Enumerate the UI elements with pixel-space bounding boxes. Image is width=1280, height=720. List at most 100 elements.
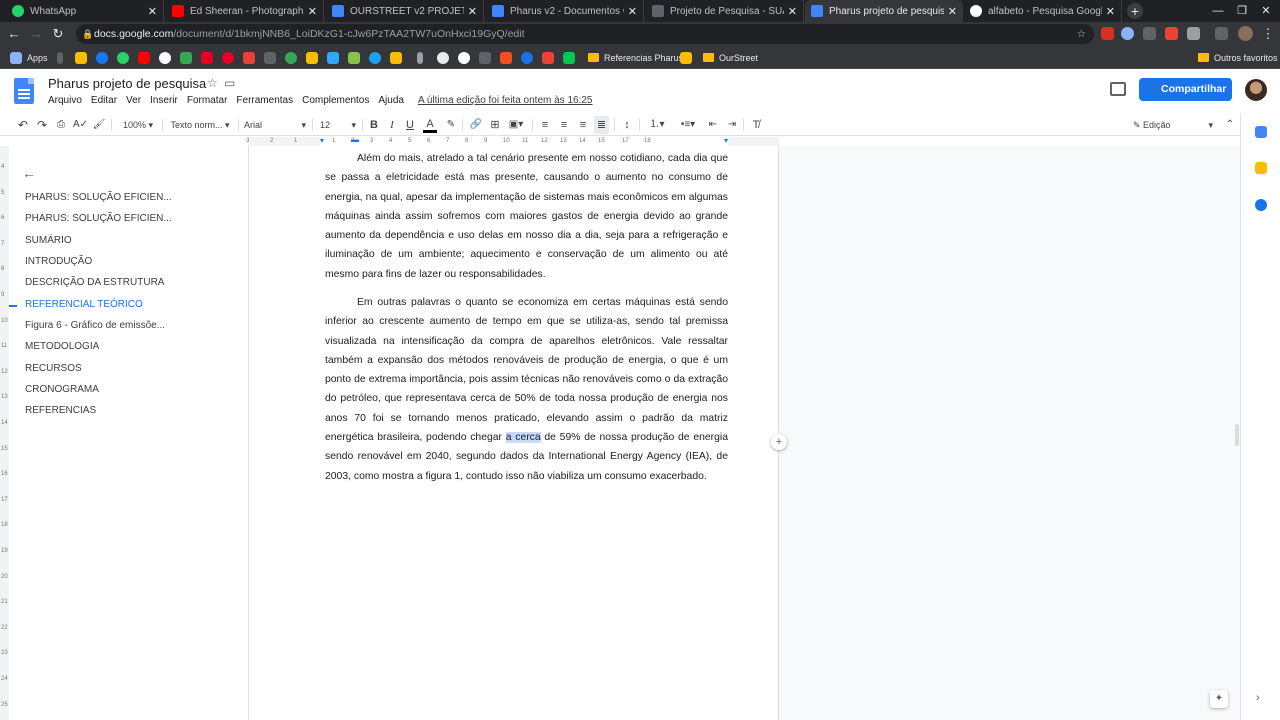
tab-pharus-projeto[interactable]: Pharus projeto de pesquisa - Do ✕ bbox=[805, 0, 963, 22]
move-folder-icon[interactable]: ▭ bbox=[224, 76, 235, 90]
bookmark-star-icon[interactable]: ☆ bbox=[1077, 24, 1086, 44]
close-tab-icon[interactable]: ✕ bbox=[948, 5, 957, 18]
tab-youtube[interactable]: Ed Sheeran - Photograph (O ✕ bbox=[166, 0, 324, 22]
bookmark-icon[interactable] bbox=[521, 51, 533, 64]
align-center-icon[interactable]: ≡ bbox=[557, 114, 571, 136]
tab-alfabeto[interactable]: alfabeto - Pesquisa Google ✕ bbox=[964, 0, 1122, 22]
address-bar[interactable]: 🔒 docs.google.com/document/d/1bkmjNNB6_L… bbox=[76, 24, 1094, 44]
line-spacing-icon[interactable]: ↕ bbox=[620, 114, 634, 136]
spellcheck-icon[interactable]: A✓ bbox=[73, 114, 88, 136]
browser-menu-icon[interactable]: ⋮ bbox=[1260, 26, 1276, 42]
align-justify-icon[interactable]: ≣ bbox=[594, 116, 609, 134]
bookmark-icon[interactable] bbox=[390, 51, 402, 64]
extension-icon[interactable] bbox=[1101, 27, 1114, 40]
reload-button[interactable]: ↻ bbox=[50, 26, 66, 42]
outline-item[interactable]: CRONOGRAMA bbox=[25, 384, 99, 395]
horizontal-ruler[interactable]: 3 2 1 1 2 3 4 5 6 7 8 9 10 11 12 13 14 15 17 18 ▾ ▬ ▾ bbox=[246, 135, 779, 146]
tab-ourstreet[interactable]: OURSTREET v2 PROJETO DE PES ✕ bbox=[326, 0, 484, 22]
outline-item[interactable]: PHARUS: SOLUÇÃO EFICIEN... bbox=[25, 192, 172, 203]
outline-item[interactable]: REFERENCIAL TEÓRICO bbox=[25, 299, 143, 310]
align-left-icon[interactable]: ≡ bbox=[538, 114, 552, 136]
minimize-button[interactable]: — bbox=[1206, 0, 1230, 22]
star-icon[interactable]: ☆ bbox=[207, 76, 218, 90]
collapse-menus-icon[interactable]: ⌃ bbox=[1223, 114, 1237, 136]
reading-list-icon[interactable] bbox=[1215, 27, 1228, 40]
close-tab-icon[interactable]: ✕ bbox=[468, 5, 477, 18]
tab-pharus-v2[interactable]: Pharus v2 - Documentos Google ✕ bbox=[486, 0, 644, 22]
close-tab-icon[interactable]: ✕ bbox=[1106, 5, 1115, 18]
keep-icon[interactable] bbox=[1255, 162, 1267, 174]
bold-icon[interactable]: B bbox=[368, 114, 380, 136]
editing-mode-select[interactable]: ✎ Edição ▾ bbox=[1133, 114, 1217, 136]
close-tab-icon[interactable]: ✕ bbox=[788, 5, 797, 18]
outline-item[interactable]: SUMÁRIO bbox=[25, 235, 72, 246]
bookmark-icon[interactable] bbox=[201, 51, 213, 64]
outline-item[interactable]: METODOLOGIA bbox=[25, 341, 99, 352]
bookmark-apps[interactable]: Apps bbox=[10, 51, 48, 64]
last-edit-link[interactable]: A última edição foi feita ontem às 16:25 bbox=[418, 95, 593, 106]
outline-item[interactable]: DESCRIÇÃO DA ESTRUTURA bbox=[25, 277, 164, 288]
vertical-ruler[interactable]: 4 5 6 7 8 9 10 11 12 13 14 15 16 17 18 19 20 21 22 23 24 25 bbox=[0, 146, 9, 720]
text-color-icon[interactable]: A bbox=[423, 114, 437, 133]
bookmark-outros-favoritos[interactable]: Outros favoritos bbox=[1198, 51, 1278, 64]
github-icon[interactable] bbox=[437, 51, 449, 64]
user-avatar[interactable] bbox=[1245, 79, 1267, 101]
menu-ferramentas[interactable]: Ferramentas bbox=[236, 95, 293, 106]
outline-item[interactable]: REFERENCIAS bbox=[25, 405, 96, 416]
insert-image-icon[interactable]: ▣▾ bbox=[506, 114, 526, 136]
underline-icon[interactable]: U bbox=[404, 114, 416, 136]
undo-icon[interactable]: ↶ bbox=[16, 114, 30, 136]
outline-item[interactable]: INTRODUÇÃO bbox=[25, 256, 92, 267]
bookmark-icon[interactable] bbox=[57, 51, 63, 64]
zoom-select[interactable]: 100% ▾ bbox=[118, 114, 158, 136]
calendar-icon[interactable] bbox=[1255, 126, 1267, 138]
scrollbar-thumb[interactable] bbox=[1235, 424, 1239, 446]
right-indent-marker[interactable]: ▾ bbox=[724, 136, 728, 145]
link-icon[interactable]: 🔗 bbox=[469, 114, 483, 136]
italic-icon[interactable]: I bbox=[386, 114, 398, 136]
outline-item[interactable]: PHARUS: SOLUÇÃO EFICIEN... bbox=[25, 213, 172, 224]
font-select[interactable]: Arial ▾ bbox=[244, 114, 308, 136]
bookmark-icon[interactable] bbox=[542, 51, 554, 64]
youtube-icon[interactable] bbox=[138, 51, 150, 64]
close-tab-icon[interactable]: ✕ bbox=[628, 5, 637, 18]
clear-formatting-icon[interactable]: T̸ bbox=[749, 114, 763, 136]
increase-indent-icon[interactable]: ⇥ bbox=[725, 114, 739, 136]
extension-icon[interactable] bbox=[1165, 27, 1178, 40]
left-indent-marker[interactable]: ▾ bbox=[320, 136, 324, 145]
tasks-icon[interactable] bbox=[1255, 199, 1267, 211]
outline-item[interactable]: Figura 6 - Gráfico de emissõe... bbox=[25, 320, 165, 331]
share-button[interactable]: 👤 Compartilhar bbox=[1139, 78, 1232, 101]
bookmark-icon[interactable] bbox=[243, 51, 255, 64]
pinterest-icon[interactable] bbox=[222, 51, 234, 64]
tab-whatsapp[interactable]: WhatsApp ✕ bbox=[6, 0, 164, 22]
extension-icon[interactable] bbox=[1121, 27, 1134, 40]
bookmark-icon[interactable] bbox=[369, 51, 381, 64]
close-outline-icon[interactable]: ← bbox=[22, 165, 36, 181]
forward-button[interactable]: → bbox=[28, 26, 44, 42]
style-select[interactable]: Texto norm... ▾ bbox=[168, 114, 232, 136]
highlight-icon[interactable]: ✎ bbox=[444, 114, 458, 136]
docs-logo-icon[interactable] bbox=[14, 78, 34, 104]
font-size-select[interactable]: 12 ▾ bbox=[320, 114, 358, 136]
menu-ver[interactable]: Ver bbox=[126, 95, 141, 106]
bookmark-icon[interactable] bbox=[264, 51, 276, 64]
profile-avatar[interactable] bbox=[1238, 26, 1253, 41]
bookmark-referencias-pharus[interactable]: Referencias Pharus bbox=[588, 51, 683, 64]
back-button[interactable]: ← bbox=[6, 26, 22, 42]
facebook-icon[interactable] bbox=[96, 51, 108, 64]
google-icon[interactable] bbox=[159, 51, 171, 64]
bookmark-icon[interactable] bbox=[417, 51, 423, 64]
drive-icon[interactable] bbox=[180, 51, 192, 64]
decrease-indent-icon[interactable]: ⇤ bbox=[706, 114, 720, 136]
extension-icon[interactable] bbox=[1187, 27, 1200, 40]
maximize-button[interactable]: ❐ bbox=[1230, 0, 1254, 22]
bulleted-list-icon[interactable]: •≡▾ bbox=[676, 114, 700, 136]
numbered-list-icon[interactable]: ⒈▾ bbox=[645, 114, 669, 136]
whatsapp-icon[interactable] bbox=[117, 51, 129, 64]
close-tab-icon[interactable]: ✕ bbox=[308, 5, 317, 18]
menu-inserir[interactable]: Inserir bbox=[150, 95, 178, 106]
bookmark-icon[interactable] bbox=[563, 51, 575, 64]
tab-suap[interactable]: Projeto de Pesquisa - SUAP: Siste ✕ bbox=[646, 0, 804, 22]
redo-icon[interactable]: ↷ bbox=[35, 114, 49, 136]
